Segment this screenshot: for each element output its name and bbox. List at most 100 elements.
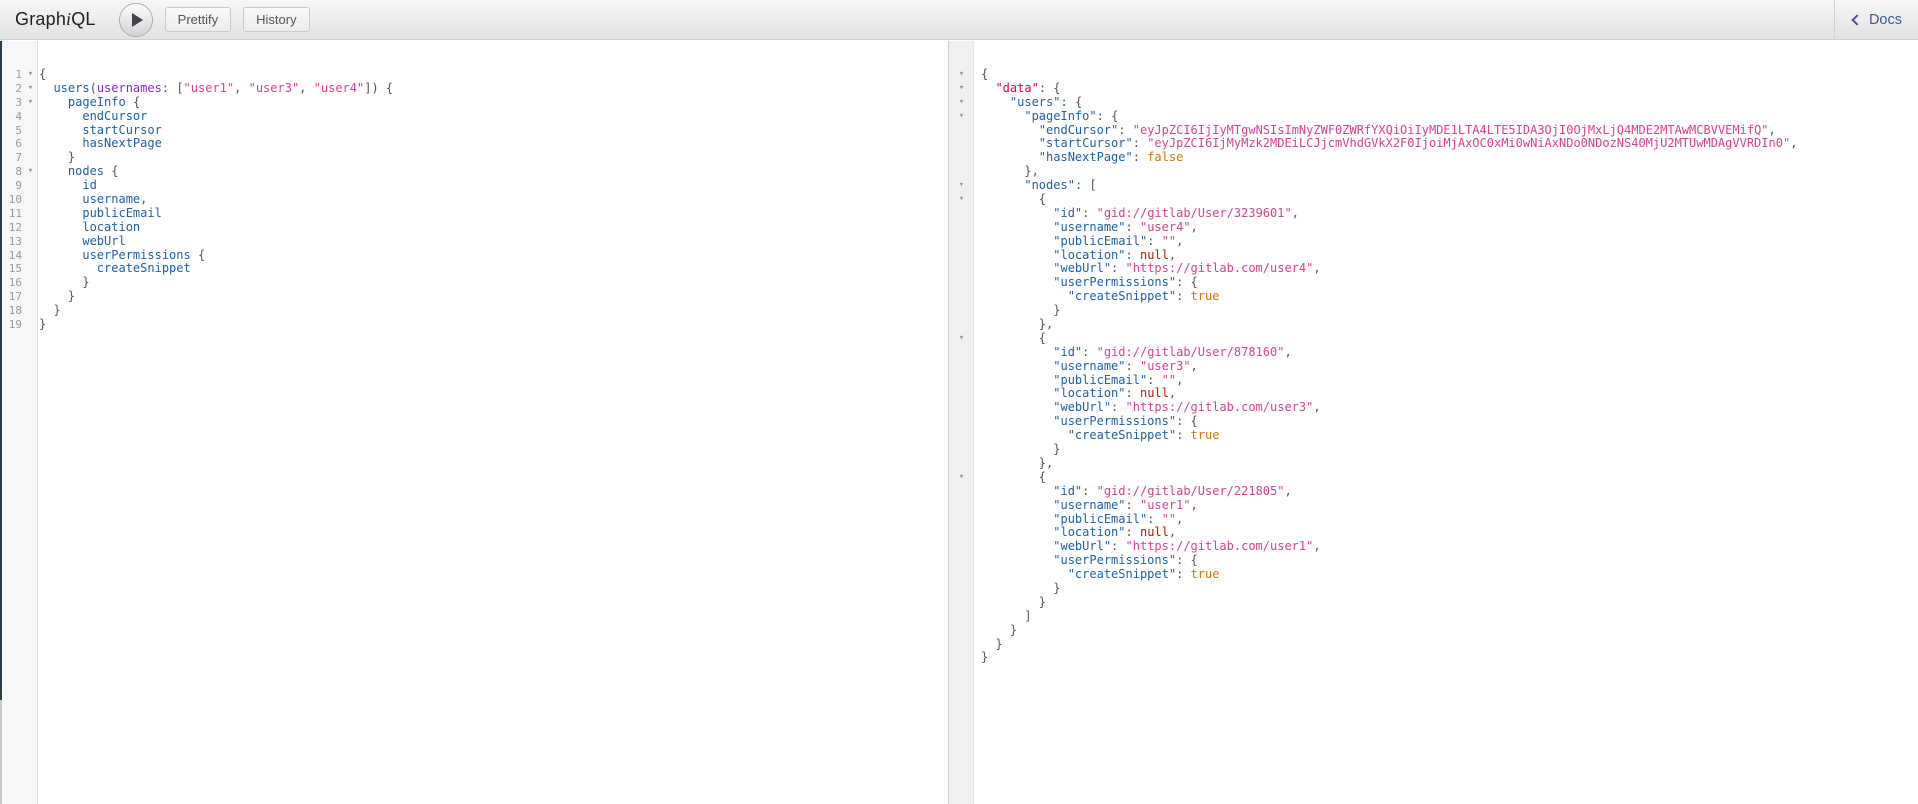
fold-gutter-spacer — [949, 235, 974, 249]
fold-toggle-icon[interactable]: ▾ — [949, 179, 974, 193]
fold-gutter-spacer — [949, 485, 974, 499]
execute-query-button[interactable] — [119, 3, 153, 37]
editor-line[interactable]: 12 location — [2, 221, 947, 235]
result-line: } — [949, 638, 1918, 652]
result-line: ▾ "nodes": [ — [949, 179, 1918, 193]
editor-line[interactable]: 19} — [2, 318, 947, 332]
history-button[interactable]: History — [243, 7, 309, 32]
fold-gutter-spacer — [949, 151, 974, 165]
fold-gutter-spacer — [949, 249, 974, 263]
result-line: ▾ { — [949, 471, 1918, 485]
editor-line[interactable]: 7 } — [2, 151, 947, 165]
result-viewer: ▾{▾ "data": {▾ "users": {▾ "pageInfo": {… — [948, 41, 1918, 804]
code-text: "location": null, — [974, 387, 1176, 401]
fold-toggle-icon[interactable]: ▾ — [25, 96, 36, 110]
editor-line[interactable]: 18 } — [2, 304, 947, 318]
result-line: "createSnippet": true — [949, 568, 1918, 582]
editor-line[interactable]: 3▾ pageInfo { — [2, 96, 947, 110]
editor-line[interactable]: 14 userPermissions { — [2, 249, 947, 263]
code-text: } — [36, 304, 61, 318]
code-text: } — [36, 151, 75, 165]
result-line: "webUrl": "https://gitlab.com/user4", — [949, 262, 1918, 276]
code-text: "webUrl": "https://gitlab.com/user3", — [974, 401, 1321, 415]
fold-toggle-icon[interactable]: ▾ — [25, 82, 36, 96]
fold-gutter-spacer — [949, 124, 974, 138]
line-number: 5 — [2, 124, 25, 138]
code-text: { — [974, 332, 1046, 346]
code-text: "location": null, — [974, 249, 1176, 263]
query-editor[interactable]: 1▾{2▾ users(usernames: ["user1", "user3"… — [2, 41, 947, 804]
editor-line[interactable]: 4 endCursor — [2, 110, 947, 124]
code-text: } — [974, 624, 1017, 638]
fold-toggle-icon[interactable]: ▾ — [949, 193, 974, 207]
code-text: "userPermissions": { — [974, 554, 1198, 568]
fold-toggle-icon[interactable]: ▾ — [949, 332, 974, 346]
fold-gutter-spacer — [25, 221, 36, 235]
line-number: 11 — [2, 207, 25, 221]
result-line: "createSnippet": true — [949, 290, 1918, 304]
logo-text: Graph — [15, 9, 66, 29]
editor-line[interactable]: 9 id — [2, 179, 947, 193]
toolbar: GraphiQL Prettify History Docs — [0, 0, 1918, 40]
code-text: startCursor — [36, 124, 162, 138]
workspace: 1▾{2▾ users(usernames: ["user1", "user3"… — [0, 41, 1918, 804]
code-text: "id": "gid://gitlab/User/221805", — [974, 485, 1292, 499]
code-text: ] — [974, 610, 1032, 624]
editor-line[interactable]: 13 webUrl — [2, 235, 947, 249]
fold-toggle-icon[interactable]: ▾ — [949, 471, 974, 485]
docs-toggle-button[interactable]: Docs — [1834, 0, 1918, 40]
result-line: "hasNextPage": false — [949, 151, 1918, 165]
editor-line[interactable]: 16 } — [2, 276, 947, 290]
fold-gutter-spacer — [25, 318, 36, 332]
code-text: "publicEmail": "", — [974, 374, 1183, 388]
docs-label: Docs — [1869, 12, 1902, 28]
code-text: { — [974, 471, 1046, 485]
fold-gutter-spacer — [25, 249, 36, 263]
code-text: location — [36, 221, 140, 235]
editor-line[interactable]: 5 startCursor — [2, 124, 947, 138]
code-text: } — [974, 651, 988, 665]
fold-toggle-icon[interactable]: ▾ — [25, 165, 36, 179]
code-text: "pageInfo": { — [974, 110, 1118, 124]
result-line: "location": null, — [949, 526, 1918, 540]
fold-gutter-spacer — [949, 540, 974, 554]
editor-line[interactable]: 15 createSnippet — [2, 262, 947, 276]
code-text: "webUrl": "https://gitlab.com/user4", — [974, 262, 1321, 276]
fold-gutter-spacer — [25, 124, 36, 138]
result-line: } — [949, 596, 1918, 610]
fold-gutter-spacer — [949, 374, 974, 388]
fold-gutter-spacer — [949, 457, 974, 471]
editor-line[interactable]: 8▾ nodes { — [2, 165, 947, 179]
fold-gutter-spacer — [25, 290, 36, 304]
fold-gutter-spacer — [949, 276, 974, 290]
code-text: "hasNextPage": false — [974, 151, 1183, 165]
fold-gutter-spacer — [25, 304, 36, 318]
fold-gutter-spacer — [25, 179, 36, 193]
code-text: } — [974, 582, 1060, 596]
code-text: userPermissions { — [36, 249, 205, 263]
editor-line[interactable]: 1▾{ — [2, 68, 947, 82]
code-text: "createSnippet": true — [974, 429, 1219, 443]
editor-line[interactable]: 2▾ users(usernames: ["user1", "user3", "… — [2, 82, 947, 96]
result-line: "userPermissions": { — [949, 415, 1918, 429]
fold-toggle-icon[interactable]: ▾ — [949, 96, 974, 110]
editor-line[interactable]: 6 hasNextPage — [2, 137, 947, 151]
line-number: 13 — [2, 235, 25, 249]
editor-line[interactable]: 17 } — [2, 290, 947, 304]
prettify-button[interactable]: Prettify — [165, 7, 231, 32]
fold-toggle-icon[interactable]: ▾ — [949, 68, 974, 82]
editor-line[interactable]: 11 publicEmail — [2, 207, 947, 221]
code-text: pageInfo { — [36, 96, 140, 110]
result-line: "location": null, — [949, 249, 1918, 263]
fold-toggle-icon[interactable]: ▾ — [949, 110, 974, 124]
fold-toggle-icon[interactable]: ▾ — [25, 68, 36, 82]
code-text: }, — [974, 165, 1039, 179]
code-text: "location": null, — [974, 526, 1176, 540]
result-line: "publicEmail": "", — [949, 513, 1918, 527]
editor-line[interactable]: 10 username, — [2, 193, 947, 207]
result-line: ▾ "pageInfo": { — [949, 110, 1918, 124]
fold-gutter-spacer — [949, 429, 974, 443]
fold-toggle-icon[interactable]: ▾ — [949, 82, 974, 96]
fold-gutter-spacer — [949, 596, 974, 610]
fold-gutter-spacer — [949, 165, 974, 179]
